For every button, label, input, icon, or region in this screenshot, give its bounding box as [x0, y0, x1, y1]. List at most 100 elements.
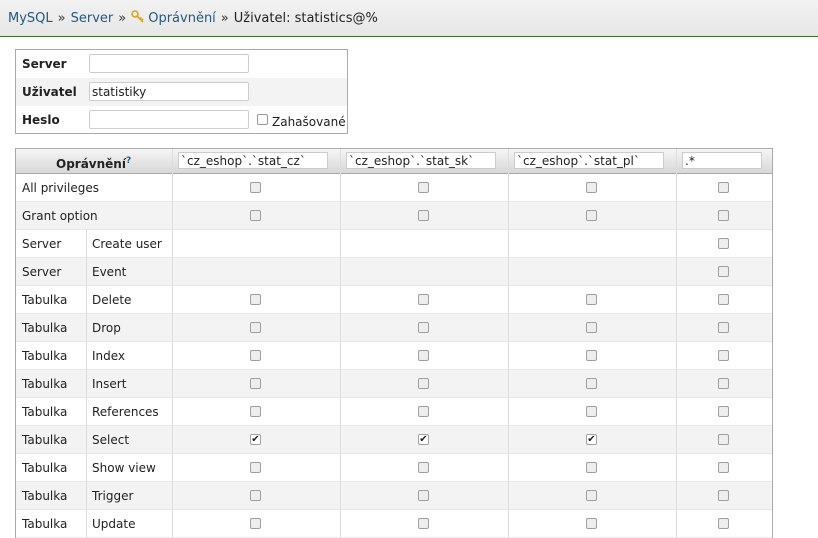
privileges-header: Oprávnění?	[16, 149, 772, 174]
user-input[interactable]	[89, 82, 249, 101]
privilege-checkbox[interactable]	[418, 490, 429, 501]
privilege-checkbox[interactable]	[718, 210, 729, 221]
privilege-checkbox[interactable]	[718, 490, 729, 501]
column-divider	[676, 149, 677, 538]
privilege-checkbox[interactable]	[718, 462, 729, 473]
privilege-row: Tabulka Update	[16, 510, 772, 538]
privilege-checkbox[interactable]	[250, 350, 261, 361]
breadcrumb-separator: »	[220, 11, 229, 26]
privilege-name: Select	[92, 433, 130, 447]
privilege-checkbox[interactable]	[250, 378, 261, 389]
privilege-checkbox[interactable]	[586, 210, 597, 221]
privilege-scope: Tabulka	[22, 517, 68, 531]
privilege-checkbox[interactable]	[718, 350, 729, 361]
privilege-name: Trigger	[92, 489, 134, 503]
hashed-checkbox[interactable]	[257, 114, 268, 125]
privilege-checkbox[interactable]	[586, 350, 597, 361]
scope-divider	[86, 426, 87, 454]
privilege-checkbox[interactable]	[418, 518, 429, 529]
privilege-checkbox[interactable]	[586, 518, 597, 529]
scope-divider	[86, 342, 87, 370]
privilege-checkbox[interactable]	[718, 238, 729, 249]
privilege-checkbox[interactable]	[250, 490, 261, 501]
privilege-checkbox[interactable]	[418, 406, 429, 417]
password-label: Heslo	[22, 113, 60, 127]
privilege-row: Tabulka References	[16, 398, 772, 426]
privilege-scope: Tabulka	[22, 433, 68, 447]
privilege-checkbox[interactable]	[418, 294, 429, 305]
privilege-checkbox[interactable]	[250, 518, 261, 529]
privilege-checkbox[interactable]	[718, 406, 729, 417]
privilege-row: Tabulka Index	[16, 342, 772, 370]
privilege-checkbox[interactable]	[718, 266, 729, 277]
hashed-label: Zahašované	[272, 115, 346, 129]
scope-divider	[86, 398, 87, 426]
scope-divider	[86, 482, 87, 510]
password-row: Heslo Zahašované	[16, 106, 347, 134]
privilege-checkbox[interactable]	[586, 322, 597, 333]
scope-divider	[86, 230, 87, 258]
privilege-name: Delete	[92, 293, 132, 307]
privilege-checkbox[interactable]	[718, 182, 729, 193]
privilege-checkbox[interactable]: ✔	[250, 434, 261, 445]
privilege-scope: Tabulka	[22, 293, 68, 307]
privilege-checkbox[interactable]	[418, 378, 429, 389]
server-label: Server	[22, 57, 67, 71]
privilege-checkbox[interactable]: ✔	[418, 434, 429, 445]
db-input-2[interactable]	[346, 152, 496, 169]
privilege-checkbox[interactable]	[718, 518, 729, 529]
privilege-checkbox[interactable]	[418, 350, 429, 361]
privilege-checkbox[interactable]: ✔	[586, 434, 597, 445]
privilege-scope: Tabulka	[22, 461, 68, 475]
breadcrumb-bar: MySQL » Server » Oprávnění » Uživatel: statist…	[0, 0, 818, 37]
privilege-checkbox[interactable]	[418, 462, 429, 473]
column-divider	[172, 149, 173, 538]
privilege-name: Show view	[92, 461, 156, 475]
privilege-checkbox[interactable]	[250, 182, 261, 193]
privilege-checkbox[interactable]	[586, 294, 597, 305]
privilege-checkbox[interactable]	[250, 294, 261, 305]
privilege-checkbox[interactable]	[718, 434, 729, 445]
breadcrumb-privileges-link[interactable]: Oprávnění	[131, 10, 216, 26]
privilege-checkbox[interactable]	[418, 210, 429, 221]
db-input-3[interactable]	[514, 152, 664, 169]
breadcrumb-server-link[interactable]: Server	[71, 11, 114, 26]
privilege-checkbox[interactable]	[718, 294, 729, 305]
privilege-checkbox[interactable]	[418, 182, 429, 193]
privilege-checkbox[interactable]	[586, 182, 597, 193]
privilege-name: Drop	[92, 321, 121, 335]
privilege-checkbox[interactable]	[250, 406, 261, 417]
privilege-checkbox[interactable]	[718, 378, 729, 389]
user-label: Uživatel	[22, 85, 77, 99]
db-input-1[interactable]	[178, 152, 328, 169]
breadcrumb-separator: »	[57, 11, 66, 26]
privilege-scope: Tabulka	[22, 349, 68, 363]
privilege-checkbox[interactable]	[250, 210, 261, 221]
privilege-checkbox[interactable]	[418, 322, 429, 333]
privilege-scope: Tabulka	[22, 321, 68, 335]
privilege-checkbox[interactable]	[250, 322, 261, 333]
breadcrumb-separator: »	[118, 11, 127, 26]
privilege-checkbox[interactable]	[586, 490, 597, 501]
key-icon	[131, 10, 144, 23]
privilege-checkbox[interactable]	[586, 378, 597, 389]
column-divider	[508, 149, 509, 538]
breadcrumb-mysql-link[interactable]: MySQL	[8, 11, 53, 26]
breadcrumb-current: Uživatel: statistics@%	[233, 11, 378, 26]
privilege-row: Server Create user	[16, 230, 772, 258]
db-input-4[interactable]	[682, 152, 762, 169]
privilege-checkbox[interactable]	[586, 406, 597, 417]
privilege-name: Event	[92, 265, 127, 279]
scope-divider	[86, 370, 87, 398]
help-link[interactable]: ?	[126, 156, 131, 166]
privilege-checkbox[interactable]	[250, 462, 261, 473]
password-input[interactable]	[89, 110, 249, 129]
privilege-checkbox[interactable]	[586, 462, 597, 473]
privilege-row: Tabulka Delete	[16, 286, 772, 314]
privilege-row: Grant option	[16, 202, 772, 230]
privilege-name: References	[92, 405, 159, 419]
server-input[interactable]	[89, 54, 249, 73]
privileges-title: Oprávnění?	[56, 156, 131, 171]
privilege-checkbox[interactable]	[718, 322, 729, 333]
user-row: Uživatel	[16, 78, 347, 106]
